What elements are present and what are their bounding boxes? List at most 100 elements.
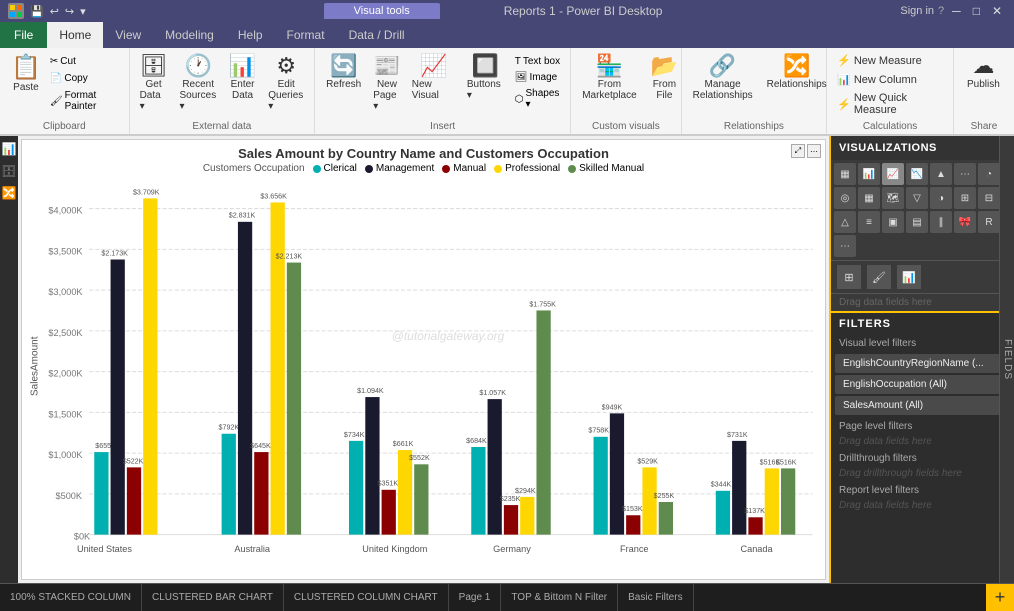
sidebar-icon-data[interactable]: 🗄 xyxy=(1,164,16,178)
minimize-button[interactable]: ─ xyxy=(948,4,965,18)
help-icon[interactable]: ? xyxy=(938,5,944,17)
close-button[interactable]: ✕ xyxy=(988,4,1006,18)
ribbon-tabs-row: File Home View Modeling Help Format Data… xyxy=(0,22,1014,48)
fields-area-icon[interactable]: ⊞ xyxy=(837,265,861,289)
undo-icon[interactable]: ↩ xyxy=(50,5,59,18)
filter-occupation-item[interactable]: EnglishOccupation (All) xyxy=(835,375,1010,394)
svg-text:$2.831K: $2.831K xyxy=(229,212,256,220)
new-quick-measure-button[interactable]: ⚡ New Quick Measure xyxy=(833,90,947,118)
from-marketplace-button[interactable]: 🏪 From Marketplace xyxy=(577,50,641,118)
filter-country-item[interactable]: EnglishCountryRegionName (... xyxy=(835,354,1010,373)
text-box-icon: T xyxy=(515,56,521,67)
recent-sources-button[interactable]: 🕐 Recent Sources ▾ xyxy=(176,50,221,118)
viz-icon-area[interactable]: ▲ xyxy=(930,163,952,185)
cut-icon: ✂ xyxy=(50,56,58,67)
from-file-icon: 📂 xyxy=(651,53,678,79)
svg-text:United Kingdom: United Kingdom xyxy=(362,544,428,554)
publish-button[interactable]: ☁ Publish xyxy=(962,50,1005,118)
enter-data-button[interactable]: 📊 Enter Data xyxy=(225,50,260,118)
svg-text:$552K: $552K xyxy=(409,454,430,462)
format-painter-icon: 🖌 xyxy=(50,96,63,107)
manage-relationships-button[interactable]: 🔗 Manage Relationships xyxy=(688,50,758,118)
cut-button[interactable]: ✂ Cut xyxy=(48,54,123,69)
viz-icon-waterfall[interactable]: ∥ xyxy=(930,211,952,233)
new-measure-button[interactable]: ⚡ New Measure xyxy=(833,52,947,69)
relationships-button[interactable]: 🔀 Relationships xyxy=(762,50,832,118)
viz-icon-pie[interactable]: ◔ xyxy=(978,163,1000,185)
bottom-tab-clustered-bar[interactable]: CLUSTERED BAR CHART xyxy=(142,584,284,611)
viz-icon-card[interactable]: ▣ xyxy=(882,211,904,233)
paste-button[interactable]: 📋 Paste xyxy=(6,50,46,118)
tab-modeling[interactable]: Modeling xyxy=(153,22,226,48)
publish-icon: ☁ xyxy=(972,53,994,79)
viz-icon-donut[interactable]: ◎ xyxy=(834,187,856,209)
new-column-button[interactable]: 📊 New Column xyxy=(833,71,947,88)
sidebar-icon-model[interactable]: 🔀 xyxy=(2,186,17,200)
format-painter-button[interactable]: 🖌 Format Painter xyxy=(48,88,123,114)
bottom-tab-basic-filters[interactable]: Basic Filters xyxy=(618,584,693,611)
shapes-icon: ⬡ xyxy=(515,94,524,105)
filter-sales-item[interactable]: SalesAmount (All) xyxy=(835,396,1010,415)
get-data-button[interactable]: 🗄 Get Data ▾ xyxy=(136,50,172,118)
viz-icon-map[interactable]: 🗺 xyxy=(882,187,904,209)
save-icon[interactable]: 💾 xyxy=(30,5,44,18)
viz-icon-bar[interactable]: ▦ xyxy=(834,163,856,185)
viz-icon-scatter[interactable]: ⋯ xyxy=(954,163,976,185)
visual-tools-area: Visual tools Reports 1 - Power BI Deskto… xyxy=(86,3,901,19)
report-level-filters-label: Report level filters xyxy=(831,481,1014,498)
more-options-button[interactable]: ⋯ xyxy=(807,144,821,158)
bottom-tab-clustered-column[interactable]: CLUSTERED COLUMN CHART xyxy=(284,584,449,611)
tab-home[interactable]: Home xyxy=(47,22,103,48)
viz-icon-column-active[interactable]: 📈 xyxy=(882,163,904,185)
tab-format[interactable]: Format xyxy=(275,22,337,48)
viz-icon-matrix[interactable]: ⊟ xyxy=(978,187,1000,209)
viz-icon-funnel[interactable]: ▽ xyxy=(906,187,928,209)
tab-help[interactable]: Help xyxy=(226,22,275,48)
bottom-tab-stacked-column[interactable]: 100% STACKED COLUMN xyxy=(0,584,142,611)
from-file-button[interactable]: 📂 From File xyxy=(646,50,683,118)
svg-text:$516K: $516K xyxy=(776,458,797,466)
viz-icon-r[interactable]: R xyxy=(978,211,1000,233)
format-area-icon[interactable]: 🖌 xyxy=(867,265,891,289)
svg-text:$1.094K: $1.094K xyxy=(357,387,384,395)
svg-text:$731K: $731K xyxy=(727,431,748,439)
maximize-button[interactable]: □ xyxy=(969,4,984,18)
viz-icon-treemap[interactable]: ▦ xyxy=(858,187,880,209)
enter-data-icon: 📊 xyxy=(229,53,256,79)
bottom-tab-page1[interactable]: Page 1 xyxy=(449,584,502,611)
sidebar-icon-report[interactable]: 📊 xyxy=(2,142,17,156)
legend-item-clerical: Clerical xyxy=(313,163,357,174)
focus-mode-button[interactable]: ⤢ xyxy=(791,144,805,158)
fields-tab[interactable]: FIELDS xyxy=(999,136,1014,583)
viz-icon-column[interactable]: 📊 xyxy=(858,163,880,185)
viz-icon-slicer[interactable]: ≡ xyxy=(858,211,880,233)
tab-file[interactable]: File xyxy=(0,22,47,48)
viz-icon-gauge[interactable]: ◑ xyxy=(930,187,952,209)
redo-icon[interactable]: ↪ xyxy=(65,5,74,18)
tab-data-drill[interactable]: Data / Drill xyxy=(337,22,417,48)
viz-icon-multirow[interactable]: ▤ xyxy=(906,211,928,233)
viz-icon-ribbon[interactable]: 🎀 xyxy=(954,211,976,233)
new-page-button[interactable]: 📰 New Page ▾ xyxy=(369,50,405,118)
sign-in-link[interactable]: Sign in xyxy=(900,5,934,17)
analytics-area-icon[interactable]: 📊 xyxy=(897,265,921,289)
bottom-tab-top-bottom[interactable]: TOP & Bittom N Filter xyxy=(501,584,618,611)
refresh-button[interactable]: 🔄 Refresh xyxy=(321,50,366,118)
copy-button[interactable]: 📄 Copy xyxy=(48,71,123,86)
add-tab-button[interactable]: + xyxy=(986,584,1014,611)
viz-icon-line[interactable]: 📉 xyxy=(906,163,928,185)
new-visual-button[interactable]: 📈 New Visual xyxy=(408,50,460,118)
image-button[interactable]: 🖼 Image xyxy=(511,70,564,85)
edit-queries-button[interactable]: ⚙ Edit Queries ▾ xyxy=(264,50,308,118)
viz-icon-kpi[interactable]: △ xyxy=(834,211,856,233)
viz-icon-table[interactable]: ⊞ xyxy=(954,187,976,209)
text-box-button[interactable]: T Text box xyxy=(511,54,564,69)
chart-resize-controls: ⤢ ⋯ xyxy=(791,144,821,158)
quick-access-toolbar: 💾 ↩ ↪ ▾ xyxy=(8,3,86,19)
chart-svg-container: @tutorialgateway.org $0K $500K $1,000K $… xyxy=(42,178,819,555)
buttons-button[interactable]: 🔲 Buttons ▾ xyxy=(463,50,508,118)
shapes-button[interactable]: ⬡ Shapes ▾ xyxy=(511,86,564,112)
viz-icon-more[interactable]: ⋯ xyxy=(834,235,856,257)
tab-view[interactable]: View xyxy=(103,22,153,48)
svg-text:Canada: Canada xyxy=(741,544,774,554)
